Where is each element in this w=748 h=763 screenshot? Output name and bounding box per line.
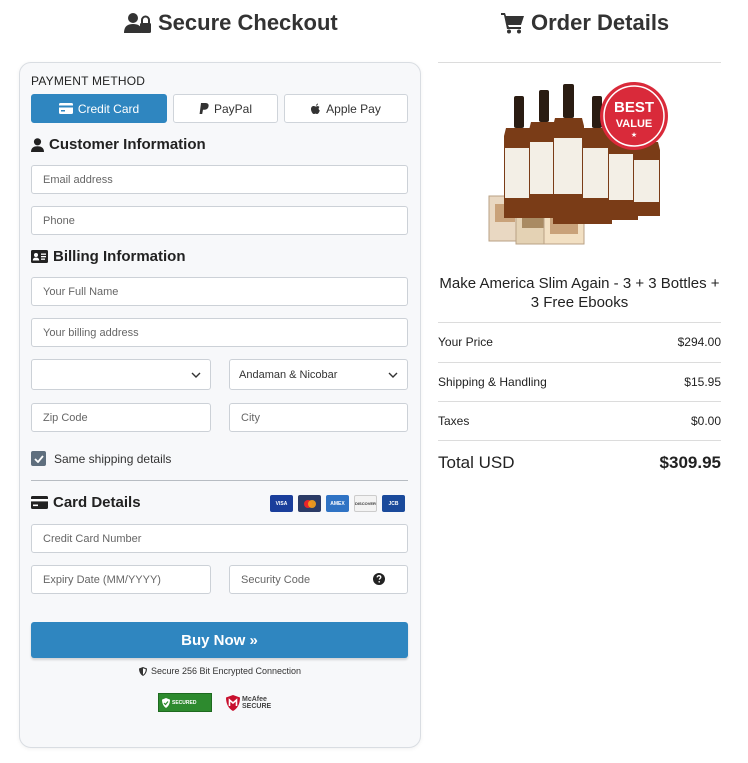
email-field[interactable] (31, 165, 408, 194)
best-value-badge: BEST VALUE ★ (600, 82, 668, 150)
same-shipping-row[interactable]: Same shipping details (31, 451, 171, 466)
chevron-down-icon (191, 372, 201, 378)
country-select[interactable] (31, 359, 211, 390)
price-value: $294.00 (677, 335, 721, 349)
badge-bottom-text: VALUE (616, 118, 652, 130)
shipping-row: Shipping & Handling $15.95 (438, 375, 721, 389)
credit-card-tab[interactable]: Credit Card (31, 94, 167, 123)
secure-checkout-title: Secure Checkout (124, 10, 338, 36)
price-row: Your Price $294.00 (438, 335, 721, 349)
jcb-logo-text: JCB (388, 500, 399, 507)
state-select-value: Andaman & Nicobar (239, 368, 338, 381)
credit-card-icon (58, 103, 73, 114)
apple-icon (311, 103, 320, 114)
full-name-field[interactable] (31, 277, 408, 306)
credit-card-tab-label: Credit Card (77, 101, 140, 116)
order-top-divider (438, 62, 721, 63)
expiry-date-field[interactable] (31, 565, 211, 594)
card-number-field[interactable] (31, 524, 408, 553)
badge-top-text: BEST (614, 99, 654, 116)
apple-pay-tab-label: Apple Pay (326, 101, 381, 116)
apple-pay-tab[interactable]: Apple Pay (284, 94, 408, 123)
total-row: Total USD $309.95 (438, 453, 721, 473)
order-divider (438, 440, 721, 441)
order-divider (438, 362, 721, 363)
mastercard-logo (298, 495, 321, 512)
shield-icon (138, 666, 147, 676)
order-details-title: Order Details (501, 10, 669, 36)
secure-connection-note: Secure 256 Bit Encrypted Connection (0, 666, 440, 676)
shipping-value: $15.95 (684, 375, 721, 389)
checkmark-icon (33, 454, 44, 463)
phone-field[interactable] (31, 206, 408, 235)
buy-now-label: Buy Now » (181, 631, 258, 649)
section-divider (31, 480, 408, 481)
discover-logo-text: DISCOVER (355, 501, 376, 506)
zip-code-field[interactable] (31, 403, 211, 432)
order-divider (438, 401, 721, 402)
question-circle-icon[interactable] (373, 573, 385, 585)
amex-logo-text: AMEX (330, 500, 345, 507)
card-details-heading: Card Details (31, 494, 141, 511)
shipping-label: Shipping & Handling (438, 375, 547, 389)
taxes-value: $0.00 (690, 414, 721, 428)
billing-address-field[interactable] (31, 318, 408, 347)
chevron-down-icon (388, 372, 398, 378)
secured-badge: SECURED (158, 693, 212, 712)
total-label: Total USD (438, 453, 515, 472)
amex-logo: AMEX (326, 495, 349, 512)
mastercard-circles-icon (303, 499, 316, 508)
secured-badge-text: SECURED (172, 699, 197, 706)
badge-star: ★ (631, 131, 637, 139)
payment-method-label: PAYMENT METHOD (31, 74, 146, 88)
total-value: $309.95 (659, 453, 721, 472)
discover-logo: DISCOVER (354, 495, 377, 512)
taxes-row: Taxes $0.00 (438, 414, 721, 428)
paypal-tab[interactable]: PayPal (173, 94, 278, 123)
paypal-tab-label: PayPal (213, 101, 253, 116)
secure-checkout-label: Secure Checkout (158, 10, 338, 35)
mcafee-line1: McAfee (242, 695, 267, 703)
visa-logo-text: VISA (275, 500, 288, 507)
order-divider (438, 322, 721, 323)
user-icon (31, 137, 44, 152)
jcb-logo: JCB (382, 495, 405, 512)
same-shipping-label: Same shipping details (54, 451, 172, 466)
same-shipping-checkbox[interactable] (31, 451, 46, 466)
state-select[interactable]: Andaman & Nicobar (229, 359, 408, 390)
paypal-icon (199, 102, 209, 114)
card-details-label: Card Details (53, 494, 141, 511)
secure-connection-label: Secure 256 Bit Encrypted Connection (150, 666, 302, 676)
accepted-cards: VISA AMEX DISCOVER JCB (270, 495, 405, 512)
taxes-label: Taxes (438, 414, 470, 428)
user-lock-icon (124, 13, 151, 33)
customer-information-heading: Customer Information (31, 136, 206, 153)
price-label: Your Price (438, 335, 493, 349)
product-image: BEST VALUE ★ (488, 82, 668, 245)
billing-information-label: Billing Information (53, 248, 186, 265)
shopping-cart-icon (501, 13, 524, 34)
city-field[interactable] (229, 403, 408, 432)
credit-card-icon (31, 496, 48, 509)
mcafee-badge: McAfee SECURE (226, 694, 272, 711)
buy-now-button[interactable]: Buy Now » (31, 622, 408, 658)
visa-logo: VISA (270, 495, 293, 512)
mcafee-shield-icon (226, 694, 240, 711)
bottle-3 (553, 84, 584, 224)
mcafee-line2: SECURE (242, 702, 272, 710)
trust-badges: SECURED McAfee SECURE (158, 693, 271, 712)
address-card-icon (31, 250, 48, 263)
product-name: Make America Slim Again - 3 + 3 Bottles … (439, 275, 720, 311)
billing-information-heading: Billing Information (31, 248, 186, 265)
shield-check-icon (162, 697, 170, 708)
customer-information-label: Customer Information (49, 136, 206, 153)
order-details-label: Order Details (531, 10, 670, 35)
